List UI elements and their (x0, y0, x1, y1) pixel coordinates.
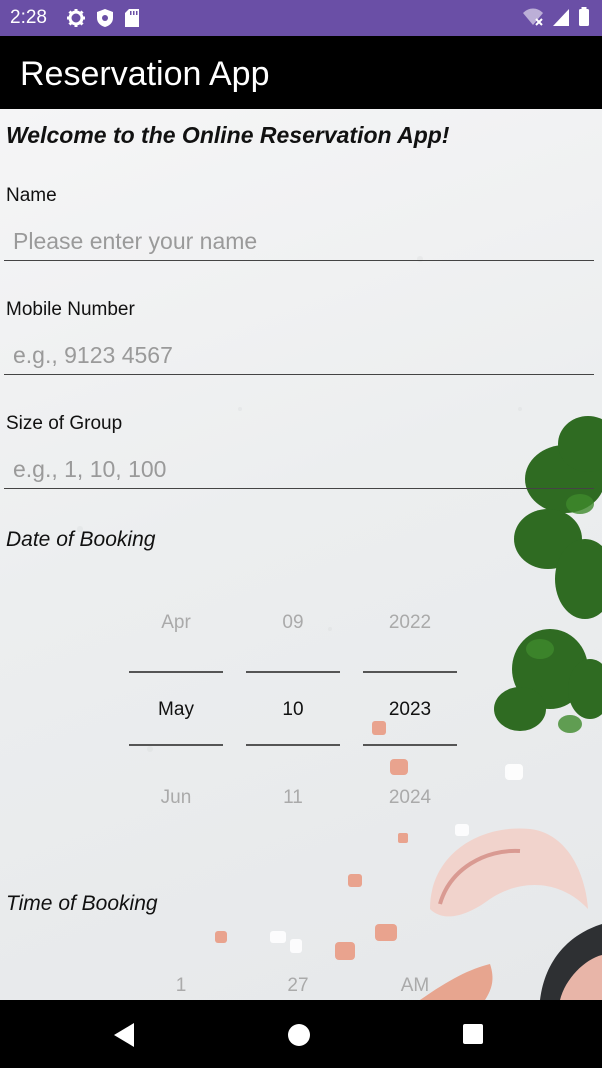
day-next[interactable]: 11 (246, 787, 340, 809)
minute-prev[interactable]: 27 (251, 975, 345, 997)
wifi-off-icon (523, 8, 543, 26)
picker-divider (246, 744, 340, 746)
mobile-input[interactable] (4, 336, 594, 374)
picker-divider (246, 671, 340, 673)
group-size-input[interactable] (4, 450, 594, 488)
sd-card-icon (125, 9, 139, 27)
day-selected[interactable]: 10 (246, 699, 340, 721)
year-next[interactable]: 2024 (363, 787, 457, 809)
name-label: Name (6, 185, 57, 206)
picker-divider (363, 671, 457, 673)
hour-picker[interactable]: 1 (134, 964, 228, 1000)
time-of-booking-label: Time of Booking (6, 892, 158, 915)
status-bar: 2:28 (0, 0, 602, 36)
month-selected[interactable]: May (129, 699, 223, 721)
year-selected[interactable]: 2023 (363, 699, 457, 721)
month-picker[interactable]: Apr May Jun (129, 599, 223, 819)
reservation-form: Welcome to the Online Reservation App! N… (0, 109, 602, 1000)
date-of-booking-label: Date of Booking (6, 528, 156, 551)
picker-divider (129, 671, 223, 673)
recents-icon[interactable] (462, 1023, 484, 1045)
signal-icon (553, 9, 569, 26)
mobile-label: Mobile Number (6, 299, 135, 320)
shield-icon (97, 9, 113, 27)
mobile-field[interactable] (4, 336, 594, 375)
back-icon[interactable] (112, 1022, 136, 1048)
app-title: Reservation App (20, 55, 270, 93)
year-prev[interactable]: 2022 (363, 612, 457, 634)
year-picker[interactable]: 2022 2023 2024 (363, 599, 457, 819)
salt-bowl (540, 924, 602, 1000)
ampm-prev[interactable]: AM (368, 975, 462, 997)
group-size-label: Size of Group (6, 413, 123, 434)
welcome-heading: Welcome to the Online Reservation App! (6, 122, 450, 148)
battery-icon (579, 7, 589, 26)
name-field[interactable] (4, 222, 594, 261)
ampm-picker[interactable]: AM (368, 964, 462, 1000)
app-bar: Reservation App (0, 36, 602, 109)
garlic-clove (430, 828, 588, 917)
status-time: 2:28 (10, 7, 47, 28)
day-prev[interactable]: 09 (246, 612, 340, 634)
picker-divider (363, 744, 457, 746)
day-picker[interactable]: 09 10 11 (246, 599, 340, 819)
gear-icon (67, 9, 85, 27)
hour-prev[interactable]: 1 (134, 975, 228, 997)
home-icon[interactable] (287, 1023, 311, 1047)
group-size-field[interactable] (4, 450, 594, 489)
month-prev[interactable]: Apr (129, 612, 223, 634)
name-input[interactable] (4, 222, 594, 260)
navigation-bar (0, 1000, 602, 1068)
month-next[interactable]: Jun (129, 787, 223, 809)
picker-divider (129, 744, 223, 746)
minute-picker[interactable]: 27 (251, 964, 345, 1000)
